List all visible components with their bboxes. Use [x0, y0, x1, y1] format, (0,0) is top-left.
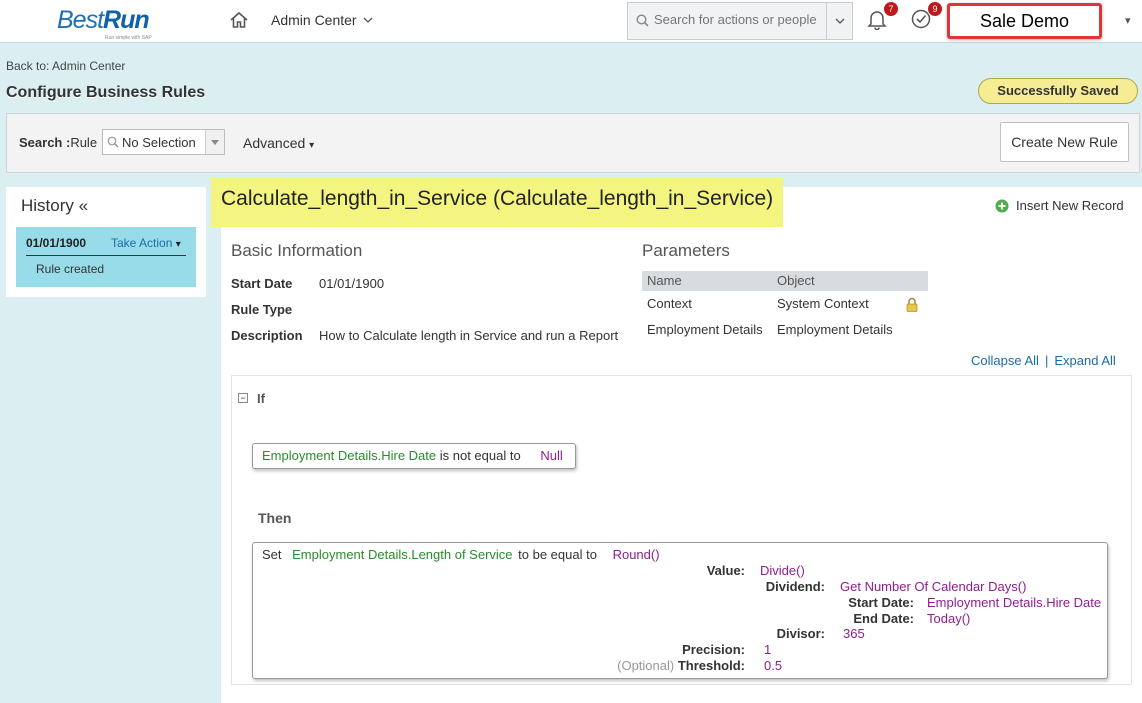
- notifications-badge: 7: [884, 2, 898, 16]
- set-statement: Set Employment Details.Length of Service…: [262, 547, 660, 562]
- history-entry-date: 01/01/1900: [26, 236, 87, 250]
- logo-tagline: Run simple with SAP: [105, 35, 152, 41]
- top-header: BestRun Run simple with SAP Admin Center…: [0, 0, 1142, 43]
- bestrun-logo[interactable]: BestRun Run simple with SAP: [57, 6, 157, 41]
- precision-value[interactable]: 1: [764, 642, 771, 657]
- insert-new-record-button[interactable]: Insert New Record: [995, 198, 1124, 213]
- param-name: Context: [647, 296, 692, 311]
- parameters-table: Name Object Context System Context Emplo…: [642, 271, 928, 343]
- start-date-param-value[interactable]: Employment Details.Hire Date: [927, 595, 1101, 610]
- dividend-label: Dividend:: [765, 579, 825, 594]
- parameters-heading: Parameters: [642, 241, 730, 260]
- search-icon: [636, 14, 649, 27]
- back-to-admin-link[interactable]: Back to: Admin Center: [6, 59, 125, 73]
- table-row: Employment Details Employment Details: [642, 317, 928, 343]
- caret-down-icon: ▾: [175, 239, 181, 250]
- rule-search-bar: Search :Rule No Selection Advanced ▾ Cre…: [6, 113, 1140, 173]
- end-date-param-label: End Date:: [853, 611, 914, 626]
- basic-info-heading: Basic Information: [231, 241, 363, 260]
- set-keyword: Set: [262, 547, 282, 562]
- rule-type-label: Rule Type: [231, 302, 293, 317]
- start-date-label: Start Date: [231, 276, 293, 291]
- chevron-down-icon: [835, 18, 844, 24]
- threshold-label: (Optional) Threshold:: [617, 658, 745, 673]
- then-action[interactable]: Set Employment Details.Length of Service…: [252, 542, 1108, 679]
- column-header-name: Name: [647, 273, 682, 288]
- param-object: Employment Details: [777, 322, 893, 337]
- threshold-value[interactable]: 0.5: [764, 658, 782, 673]
- collapse-toggle-icon[interactable]: −: [238, 393, 248, 403]
- rule-detail-panel: Calculate_length_in_Service (Calculate_l…: [211, 178, 1142, 703]
- description-value: How to Calculate length in Service and r…: [319, 328, 619, 343]
- param-name: Employment Details: [647, 322, 763, 337]
- save-status-badge: Successfully Saved: [978, 78, 1138, 104]
- condition-field[interactable]: Employment Details.Hire Date: [262, 448, 436, 463]
- user-menu[interactable]: Sale Demo: [947, 3, 1102, 39]
- create-new-rule-button[interactable]: Create New Rule: [1000, 122, 1129, 162]
- param-object: System Context: [777, 296, 869, 311]
- table-header: Name Object: [642, 271, 928, 291]
- plus-circle-icon: [995, 199, 1009, 212]
- end-date-param-value[interactable]: Today(): [927, 611, 970, 626]
- page-title: Configure Business Rules: [6, 84, 206, 101]
- user-menu-caret-icon[interactable]: ▾: [1125, 14, 1131, 27]
- chevron-down-icon: [363, 17, 373, 23]
- collapse-all-link[interactable]: Collapse All: [971, 353, 1039, 368]
- dividend-function[interactable]: Get Number Of Calendar Days(): [840, 579, 1026, 594]
- condition-value[interactable]: Null: [540, 448, 562, 463]
- history-entry[interactable]: 01/01/1900 Take Action ▾ Rule created: [16, 227, 196, 287]
- advanced-search-toggle[interactable]: Advanced ▾: [243, 135, 314, 151]
- divisor-value[interactable]: 365: [843, 626, 865, 641]
- separator: |: [1044, 353, 1049, 368]
- insert-new-record-label: Insert New Record: [1016, 198, 1124, 213]
- history-entry-description: Rule created: [36, 262, 105, 276]
- condition-operator[interactable]: is not equal to: [440, 448, 521, 463]
- set-function[interactable]: Round(): [613, 547, 660, 562]
- global-search[interactable]: [627, 2, 853, 40]
- lock-icon: [906, 297, 918, 312]
- if-label: If: [257, 391, 265, 406]
- expand-all-link[interactable]: Expand All: [1054, 353, 1115, 368]
- set-verb: to be equal to: [518, 547, 597, 562]
- home-icon[interactable]: [229, 10, 249, 30]
- precision-label: Precision:: [682, 642, 745, 657]
- history-panel: History « 01/01/1900 Take Action ▾ Rule …: [6, 187, 206, 297]
- description-label: Description: [231, 328, 303, 343]
- set-target-field[interactable]: Employment Details.Length of Service: [292, 547, 512, 562]
- rule-selector[interactable]: No Selection: [102, 129, 225, 155]
- divisor-label: Divisor:: [776, 626, 825, 641]
- admin-center-label: Admin Center: [271, 12, 357, 28]
- column-header-object: Object: [777, 273, 815, 288]
- optional-label: (Optional): [617, 658, 675, 673]
- admin-center-menu[interactable]: Admin Center: [271, 12, 373, 28]
- start-date-param-label: Start Date:: [848, 595, 914, 610]
- dropdown-arrow-icon[interactable]: [205, 130, 224, 154]
- search-input[interactable]: [654, 12, 824, 27]
- then-label: Then: [258, 510, 292, 526]
- search-label: Search :Rule: [19, 135, 98, 150]
- value-label: Value:: [706, 563, 745, 578]
- rule-selector-value: No Selection: [122, 135, 196, 150]
- search-icon: [107, 136, 119, 148]
- if-condition[interactable]: Employment Details.Hire Date is not equa…: [252, 443, 576, 469]
- tasks-button[interactable]: 9: [910, 2, 942, 34]
- history-title[interactable]: History «: [21, 196, 88, 216]
- tasks-badge: 9: [928, 2, 942, 16]
- search-scope-dropdown[interactable]: [826, 3, 852, 39]
- table-row: Context System Context: [642, 291, 928, 317]
- rule-logic-area: − If Employment Details.Hire Date is not…: [231, 375, 1132, 685]
- value-function[interactable]: Divide(): [760, 563, 805, 578]
- take-action-menu[interactable]: Take Action ▾: [111, 236, 181, 250]
- logo-wordmark: BestRun: [57, 6, 150, 34]
- caret-down-icon: ▾: [309, 140, 315, 151]
- tree-controls: Collapse All | Expand All: [971, 353, 1116, 368]
- start-date-value: 01/01/1900: [319, 276, 385, 291]
- divider: [26, 255, 186, 256]
- notifications-button[interactable]: 7: [866, 2, 898, 34]
- rule-title: Calculate_length_in_Service (Calculate_l…: [211, 178, 784, 227]
